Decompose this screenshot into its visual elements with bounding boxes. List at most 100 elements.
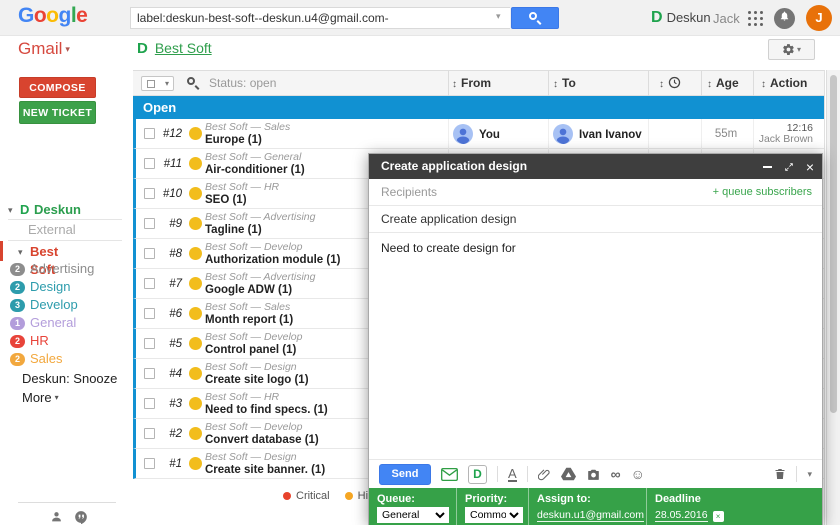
drive-icon[interactable] <box>561 467 576 481</box>
compose-toolbar: Send D A ∞ ☺ ▾ <box>369 459 822 488</box>
sidebar-label-item[interactable]: 1 General <box>0 314 130 332</box>
row-checkbox[interactable] <box>144 338 155 349</box>
google-logo[interactable]: Google <box>18 4 87 28</box>
column-header-deadline[interactable]: ↕ <box>659 71 681 96</box>
row-checkbox[interactable] <box>144 218 155 229</box>
track-email-icon[interactable] <box>441 468 458 481</box>
settings-button[interactable]: ▾ <box>768 39 815 60</box>
chevron-down-icon[interactable]: ▾ <box>8 201 13 219</box>
gear-icon <box>782 43 795 56</box>
sidebar-label-item[interactable]: 2 Advertising <box>0 260 130 278</box>
priority-dot-icon <box>189 427 202 440</box>
scrollbar-track[interactable] <box>826 70 840 525</box>
row-checkbox[interactable] <box>144 428 155 439</box>
close-icon[interactable]: × <box>806 160 814 174</box>
more-options-caret-icon[interactable]: ▾ <box>807 469 812 480</box>
sidebar-nav-item[interactable] <box>0 125 130 144</box>
formatting-options-icon[interactable]: A <box>508 467 517 482</box>
label-count-badge: 1 <box>10 317 25 330</box>
status-filter[interactable]: Status: open <box>209 71 276 96</box>
ticket-text: Best Soft — General Air-conditioner (1) <box>205 151 305 177</box>
search-button[interactable] <box>511 7 559 29</box>
row-checkbox[interactable] <box>144 278 155 289</box>
filter-search-icon[interactable] <box>187 77 195 85</box>
trash-icon[interactable] <box>774 467 786 481</box>
insert-link-icon[interactable]: ∞ <box>611 467 621 481</box>
logo-letter: g <box>59 4 71 27</box>
priority-select[interactable]: Common <box>465 507 523 523</box>
sort-icon: ↕ <box>452 79 457 90</box>
sidebar-nav-item[interactable] <box>0 163 130 182</box>
sidebar-label-item[interactable]: 2 HR <box>0 332 130 350</box>
row-checkbox[interactable] <box>144 308 155 319</box>
search-input[interactable] <box>130 7 510 29</box>
chevron-down-icon[interactable]: ▾ <box>18 243 23 261</box>
row-checkbox[interactable] <box>144 188 155 199</box>
ticket-queue: Best Soft — Sales <box>205 301 293 314</box>
queue-subscribers-link[interactable]: + queue subscribers <box>713 179 812 205</box>
ticket-row[interactable]: #12 Best Soft — Sales Europe (1) You Iva… <box>133 119 824 149</box>
column-header-to[interactable]: ↕To <box>553 71 576 96</box>
compose-button[interactable]: COMPOSE <box>19 77 96 98</box>
sidebar: COMPOSE NEW TICKET ▾ D Deskun External ▾… <box>0 62 130 525</box>
search-options-caret-icon[interactable]: ▾ <box>496 11 501 22</box>
sidebar-nav-item[interactable] <box>0 182 130 201</box>
column-header-age[interactable]: ↕Age <box>707 71 739 96</box>
sidebar-nav-item[interactable] <box>0 144 130 163</box>
ticket-queue: Best Soft — General <box>205 151 305 164</box>
sidebar-label-item[interactable]: 2 Sales <box>0 350 130 368</box>
subject-field[interactable]: Create application design <box>369 206 822 233</box>
queue-select[interactable]: General <box>377 507 449 523</box>
row-checkbox[interactable] <box>144 128 155 139</box>
selected-indicator <box>0 241 3 261</box>
deskun-label: Deskun <box>667 10 711 25</box>
deskun-extension[interactable]: DDeskun <box>651 9 711 27</box>
hangouts-icon[interactable] <box>74 510 88 525</box>
assign-label: Assign to: <box>537 493 638 505</box>
ticket-queue: Best Soft — Design <box>205 361 309 374</box>
priority-dot-icon <box>189 187 202 200</box>
gmail-deskun-app: Google ▾ DDeskun Jack J Gmail▾ D Best Sof… <box>0 0 840 525</box>
popout-icon[interactable] <box>784 162 794 172</box>
new-ticket-button[interactable]: NEW TICKET <box>19 101 96 124</box>
assign-value[interactable]: deskun.u1@gmail.com <box>537 509 644 522</box>
column-header-from[interactable]: ↕From <box>452 71 491 96</box>
recipients-field[interactable]: Recipients + queue subscribers <box>369 179 822 206</box>
priority-dot-icon <box>189 157 202 170</box>
sidebar-label-item[interactable]: 2 Design <box>0 278 130 296</box>
insert-photo-icon[interactable] <box>586 468 601 481</box>
row-checkbox[interactable] <box>144 248 155 259</box>
minimize-icon[interactable] <box>763 166 772 168</box>
row-checkbox[interactable] <box>144 368 155 379</box>
deskun-toggle-button[interactable]: D <box>468 465 487 484</box>
deadline-value[interactable]: 28.05.2016 <box>655 509 708 522</box>
row-checkbox[interactable] <box>144 458 155 469</box>
clear-deadline-icon[interactable]: × <box>713 511 724 522</box>
scrollbar-thumb[interactable] <box>830 75 837 413</box>
gmail-menu[interactable]: Gmail▾ <box>18 39 70 59</box>
row-checkbox[interactable] <box>144 398 155 409</box>
message-body[interactable]: Need to create design for <box>369 233 822 459</box>
avatar[interactable]: J <box>806 5 832 31</box>
label-count-badge: 3 <box>10 299 25 312</box>
row-checkbox[interactable] <box>144 158 155 169</box>
compose-header[interactable]: Create application design × <box>369 154 822 179</box>
ticket-id: #10 <box>156 179 182 209</box>
sidebar-label-item[interactable]: 3 Develop <box>0 296 130 314</box>
apps-grid-icon[interactable] <box>748 11 764 27</box>
sidebar-item-more[interactable]: More▾ <box>22 390 59 405</box>
contacts-person-icon[interactable] <box>50 510 63 525</box>
sidebar-item-external[interactable]: External <box>28 222 76 237</box>
page-title[interactable]: Best Soft <box>155 40 212 56</box>
notifications-bell-icon[interactable] <box>774 8 795 29</box>
user-name[interactable]: Jack <box>713 11 740 26</box>
chevron-down-icon: ▾ <box>55 393 59 402</box>
emoji-icon[interactable]: ☺ <box>631 467 645 481</box>
column-header-action[interactable]: ↕Action <box>761 71 807 96</box>
priority-dot-icon <box>189 367 202 380</box>
select-all-button[interactable]: ▾ <box>141 76 174 91</box>
priority-dot-icon <box>189 337 202 350</box>
send-button[interactable]: Send <box>379 464 431 485</box>
attach-file-icon[interactable] <box>538 467 551 482</box>
sidebar-item-snooze[interactable]: Deskun: Snooze <box>22 371 117 386</box>
